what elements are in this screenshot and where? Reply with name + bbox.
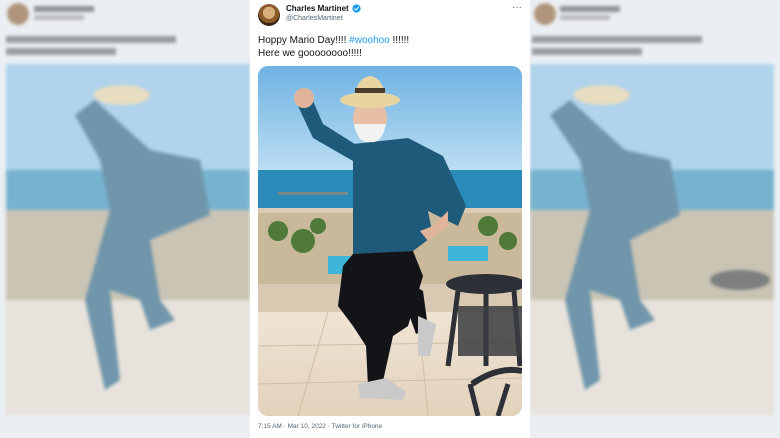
author-name-row: Charles Martinet	[286, 4, 361, 13]
tweet-text-line1-suffix: !!!!!!	[389, 35, 410, 46]
background-blur-left	[0, 0, 250, 438]
tweet-photo[interactable]	[258, 66, 522, 416]
avatar[interactable]	[258, 4, 280, 26]
tweet-timestamp[interactable]: 7:15 AM · Mar 10, 2022 · Twitter for iPh…	[258, 423, 382, 430]
tweet-header: Charles Martinet @CharlesMartinet ···	[258, 3, 522, 30]
verified-badge-icon	[352, 4, 361, 13]
tweet-text-line1-prefix: Hoppy Mario Day!!!!	[258, 35, 350, 46]
author-name[interactable]: Charles Martinet	[286, 4, 349, 13]
author-handle[interactable]: @CharlesMartinet	[286, 15, 343, 22]
photo-dancing-man	[258, 66, 522, 416]
tweet-card[interactable]: Charles Martinet @CharlesMartinet ··· Ho…	[250, 0, 530, 438]
more-options-icon[interactable]: ···	[512, 3, 522, 13]
tweet-text-line2: Here we goooooooo!!!!!	[258, 48, 362, 59]
hashtag-link[interactable]: #woohoo	[349, 35, 390, 46]
tweet-text: Hoppy Mario Day!!!! #woohoo !!!!!! Here …	[258, 34, 522, 60]
background-blur-right	[530, 0, 780, 438]
